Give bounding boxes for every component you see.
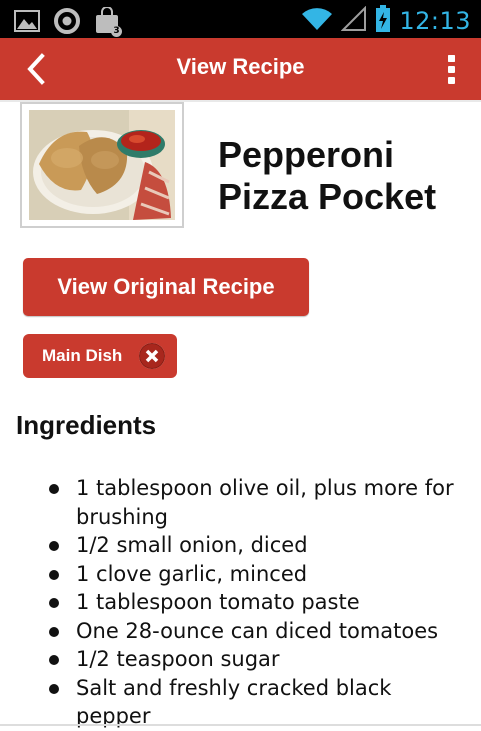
view-original-recipe-button[interactable]: View Original Recipe bbox=[23, 258, 309, 316]
ingredient-text: 1/2 teaspoon sugar bbox=[76, 647, 280, 671]
list-item: 1 tablespoon olive oil, plus more for br… bbox=[0, 474, 481, 531]
wifi-icon bbox=[301, 6, 333, 36]
bullet bbox=[49, 569, 59, 580]
signal-icon bbox=[340, 5, 367, 36]
gallery-icon bbox=[14, 10, 40, 36]
ingredient-text: One 28-ounce can diced tomatoes bbox=[76, 618, 439, 643]
status-bar: 3 12:13 bbox=[0, 0, 481, 38]
list-item: 1 tablespoon tomato paste bbox=[0, 588, 481, 617]
notification-badge: 3 bbox=[111, 26, 122, 37]
ingredient-text: 1 clove garlic, minced bbox=[76, 561, 308, 586]
bullet bbox=[49, 683, 59, 694]
bullet bbox=[49, 626, 59, 637]
ingredient-text: 1 tablespoon olive oil, plus more for br… bbox=[76, 476, 454, 529]
clock: 12:13 bbox=[399, 7, 471, 35]
remove-tag-button[interactable] bbox=[139, 343, 165, 369]
category-tag: Main Dish bbox=[23, 334, 177, 378]
list-item: One 28-ounce can diced tomatoes bbox=[0, 617, 481, 646]
system-icons: 12:13 bbox=[301, 5, 471, 37]
bullet bbox=[49, 655, 59, 665]
ingredient-text: 1 tablespoon tomato paste bbox=[76, 590, 360, 614]
ingredient-text: 1/2 small onion, diced bbox=[76, 533, 308, 557]
action-bar: View Recipe bbox=[0, 38, 481, 100]
pizza-pocket-photo bbox=[29, 110, 175, 220]
recipe-title: Pepperoni Pizza Pocket bbox=[218, 134, 437, 217]
list-item: 1/2 small onion, diced bbox=[0, 531, 481, 560]
notification-icons: 3 bbox=[14, 6, 122, 39]
overflow-menu-icon bbox=[447, 55, 455, 84]
list-item: 1 clove garlic, minced bbox=[0, 560, 481, 589]
shopping-bag-icon: 3 bbox=[94, 6, 122, 39]
close-icon bbox=[139, 344, 165, 373]
overflow-menu-button[interactable] bbox=[439, 52, 463, 88]
ingredient-text: Salt and freshly cracked black pepper bbox=[76, 675, 392, 729]
bullet bbox=[49, 541, 59, 551]
chrome-icon bbox=[54, 8, 80, 38]
tag-label: Main Dish bbox=[42, 346, 123, 365]
battery-charging-icon bbox=[375, 5, 391, 37]
list-item: 1/2 teaspoon sugar bbox=[0, 645, 481, 674]
bullet bbox=[49, 598, 59, 608]
recipe-image bbox=[20, 102, 184, 228]
page-title: View Recipe bbox=[176, 54, 305, 79]
ingredients-list: 1 tablespoon olive oil, plus more for br… bbox=[0, 474, 481, 731]
ingredients-heading: Ingredients bbox=[16, 410, 157, 440]
list-item: Salt and freshly cracked black pepper bbox=[0, 674, 481, 731]
bullet bbox=[49, 484, 59, 494]
